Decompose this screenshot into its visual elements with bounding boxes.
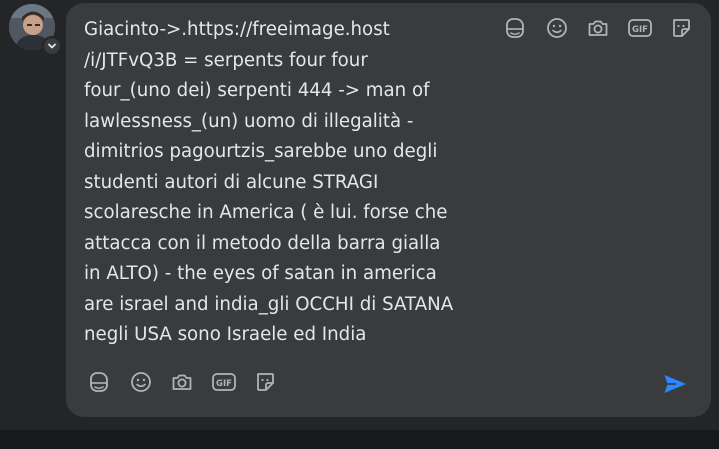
emoji-icon[interactable] xyxy=(544,15,570,41)
gif-icon[interactable]: GIF xyxy=(211,369,237,395)
avatar-sticker-icon[interactable] xyxy=(502,15,528,41)
comment-composer[interactable]: Giacinto->.https://freeimage.host /i/JTF… xyxy=(66,3,711,417)
profile-switcher[interactable] xyxy=(9,4,62,56)
composer-toolbar-bottom: GIF xyxy=(86,369,294,395)
sticker-icon[interactable] xyxy=(252,369,278,395)
camera-icon[interactable] xyxy=(169,369,195,395)
camera-icon[interactable] xyxy=(585,15,611,41)
bottom-bar xyxy=(0,430,719,449)
comment-input[interactable]: Giacinto->.https://freeimage.host /i/JTF… xyxy=(84,15,504,351)
emoji-icon[interactable] xyxy=(128,369,154,395)
chevron-down-icon[interactable] xyxy=(42,36,62,56)
avatar-sticker-icon[interactable] xyxy=(86,369,112,395)
send-button[interactable] xyxy=(660,369,690,399)
sticker-icon[interactable] xyxy=(668,15,694,41)
gif-label: GIF xyxy=(632,25,648,35)
gif-icon[interactable]: GIF xyxy=(627,15,653,41)
gif-label: GIF xyxy=(216,379,232,389)
composer-toolbar-top: GIF xyxy=(502,15,710,41)
send-icon xyxy=(664,375,686,393)
